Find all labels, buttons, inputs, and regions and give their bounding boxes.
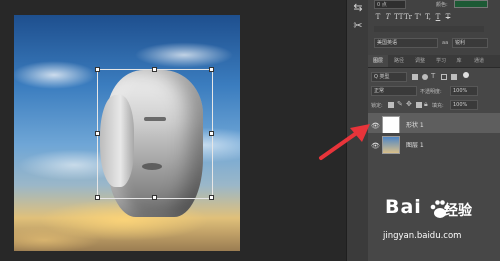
filter-pixel-icon[interactable] [412,74,418,80]
language-select[interactable]: 美国英语 [374,38,438,48]
format-underline-button[interactable]: T [434,13,442,22]
fill-field[interactable]: 100% [450,100,478,110]
filter-smartobject-icon[interactable] [451,74,457,80]
transform-handle-tr[interactable] [209,67,214,72]
layer-thumbnail-image [382,136,400,154]
color-label: 颜色: [436,2,448,8]
format-smallcaps-button[interactable]: Tr [404,13,412,22]
opacity-field[interactable]: 100% [450,86,478,96]
tab-paths[interactable]: 路径 [389,55,409,67]
font-size-field[interactable]: 0 点 [374,0,406,9]
filter-shape-icon[interactable] [441,74,447,80]
document-canvas[interactable] [14,15,240,251]
format-italic-button[interactable]: T [384,13,392,22]
format-bold-button[interactable]: T [374,13,382,22]
lock-artboard-icon[interactable] [416,102,422,108]
canvas-area[interactable] [0,0,346,261]
opacity-label: 不透明度: [420,89,442,95]
tab-adjustments[interactable]: 调整 [410,55,430,67]
lock-move-icon[interactable]: ✥ [406,100,412,108]
transform-handle-bl[interactable] [95,195,100,200]
layer-name: 图层 1 [406,142,424,149]
format-subscript-button[interactable]: T, [424,13,432,22]
watermark-jingyan-text: 经验 [444,203,472,219]
transform-handle-tl[interactable] [95,67,100,72]
lock-label: 锁定: [371,103,383,109]
layer-row-image[interactable]: 👁︎ 图层 1 [368,133,500,159]
tab-learn[interactable]: 学习 [431,55,451,67]
transform-handle-ml[interactable] [95,131,100,136]
filter-type-icon[interactable]: T [431,72,435,80]
antialias-select[interactable]: 锐利 [452,38,488,48]
tab-libraries[interactable]: 库 [452,55,466,67]
watermark-logo-text: Bai [385,196,422,218]
transform-handle-br[interactable] [209,195,214,200]
blend-mode-select[interactable]: 正常 [371,86,417,96]
transform-handle-bc[interactable] [152,195,157,200]
antialias-prefix: aa [442,40,449,46]
layers-toolbar: Q 类型 T 正常 不透明度: 100% 锁定: ✎ ✥ 🔒︎ 填充: 100% [368,69,500,113]
arrows-icon[interactable]: ⇆ [347,0,369,16]
filter-adjustment-icon[interactable] [422,74,428,80]
scissors-icon[interactable]: ✂ [347,18,369,34]
fill-label: 填充: [432,103,444,109]
tab-layers[interactable]: 图层 [368,55,388,67]
lock-transparent-icon[interactable] [388,102,394,108]
transform-handle-tc[interactable] [152,67,157,72]
character-panel: 0 点 颜色: T T TT Tr T' T, T T 美国英语 aa 锐利 [368,0,500,55]
format-superscript-button[interactable]: T' [414,13,422,22]
layer-thumbnail-shape [382,116,400,134]
lock-paint-icon[interactable]: ✎ [397,100,403,108]
filter-toggle-icon[interactable] [463,72,469,78]
transform-bounding-box[interactable] [97,69,213,199]
color-swatch[interactable] [454,0,488,8]
tab-channels[interactable]: 通道 [468,55,490,67]
watermark-url: jingyan.baidu.com [383,231,462,241]
layer-filter-select[interactable]: Q 类型 [371,72,407,82]
panel-tabs: 图层 路径 调整 学习 库 通道 [368,55,500,68]
baidu-watermark: Bai 经验 jingyan.baidu.com [380,196,500,260]
opentype-buttons-row [374,26,484,32]
transform-handle-mr[interactable] [209,131,214,136]
red-arrow-icon [319,124,370,160]
lock-all-icon[interactable]: 🔒︎ [424,100,428,109]
format-strike-button[interactable]: T [444,13,452,22]
format-allcaps-button[interactable]: TT [394,13,403,22]
